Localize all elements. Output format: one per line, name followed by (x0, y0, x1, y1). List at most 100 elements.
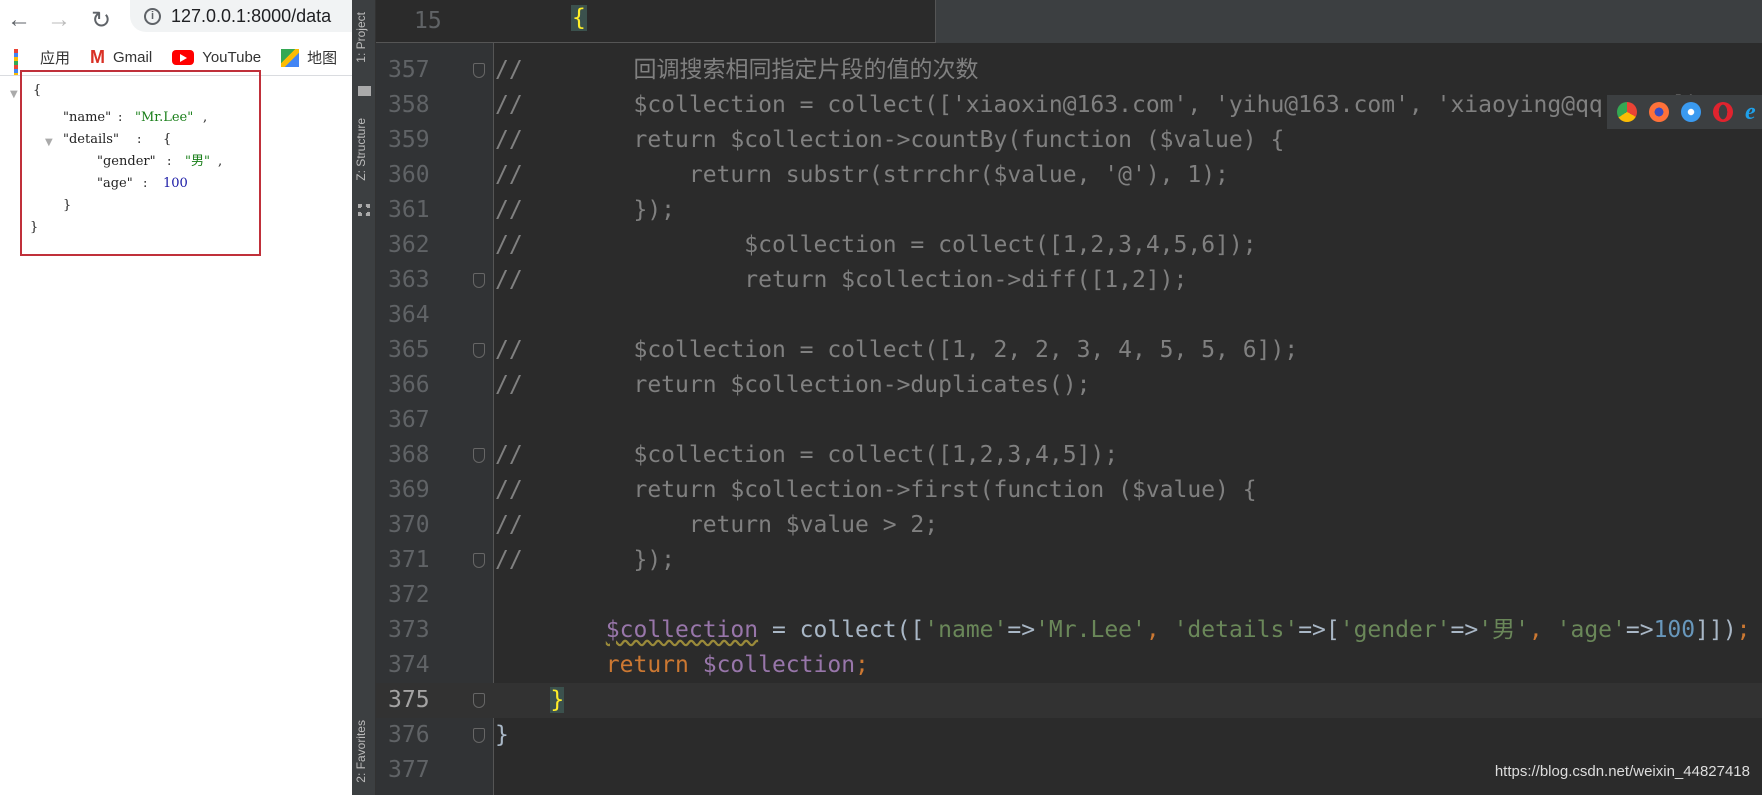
code-token: // return $collection->countBy(function … (495, 127, 1285, 153)
forward-button[interactable]: → (44, 6, 74, 34)
code-token: => (1450, 617, 1479, 643)
bookmark-label: 地图 (307, 50, 338, 67)
collapse-triangle-icon[interactable]: ▼ (10, 84, 18, 106)
line-number: 377 (388, 757, 430, 783)
code-token: // $collection = collect([1,2,3,4,5,6]); (495, 232, 1257, 258)
structure-tab[interactable]: Z: Structure (354, 118, 368, 181)
code-text: } (495, 718, 509, 753)
code-line[interactable]: 367 (352, 403, 1762, 438)
line-number: 371 (388, 547, 430, 573)
browser-chooser-popup: e (1607, 95, 1762, 129)
code-token: // return $collection->duplicates(); (495, 372, 1091, 398)
code-text: // 回调搜索相同指定片段的值的次数 (495, 53, 978, 88)
bookmark-label: Gmail (113, 49, 153, 66)
sticky-header: 15 { (376, 0, 936, 43)
code-text: // }); (495, 193, 675, 228)
code-text: return $collection; (495, 648, 869, 683)
code-line[interactable]: 376} (352, 718, 1762, 753)
code-line[interactable]: 361 // }); (352, 193, 1762, 228)
fold-marker-icon[interactable] (473, 343, 485, 358)
code-line[interactable]: 360 // return substr(strrchr($value, '@')… (352, 158, 1762, 193)
code-token: 100 (1653, 617, 1696, 643)
line-number: 15 (414, 8, 442, 34)
code-line[interactable]: 358 // $collection = collect(['xiaoxin@16… (352, 88, 1762, 123)
fold-marker-icon[interactable] (473, 553, 485, 568)
info-icon[interactable]: i (144, 7, 161, 25)
code-line[interactable]: 374 return $collection; (352, 648, 1762, 683)
bookmark-maps[interactable]: 地图 (281, 47, 337, 68)
code-token: return (495, 652, 703, 678)
code-line[interactable]: 362 // $collection = collect([1,2,3,4,5,6… (352, 228, 1762, 263)
chrome-icon[interactable] (1617, 102, 1637, 122)
fold-marker-icon[interactable] (473, 448, 485, 463)
brace: { (571, 5, 587, 31)
code-token: ; (855, 652, 869, 678)
bookmark-gmail[interactable]: M Gmail (90, 47, 152, 68)
code-text: // }); (495, 543, 675, 578)
bookmark-youtube[interactable]: YouTube (172, 49, 261, 66)
code-line[interactable]: 373 $collection = collect(['name'=>'Mr.L… (352, 613, 1762, 648)
reload-button[interactable]: ↻ (86, 6, 116, 35)
fold-marker-icon[interactable] (473, 728, 485, 743)
code-line[interactable]: 371 // }); (352, 543, 1762, 578)
code-token: // 回调搜索相同指定片段的值的次数 (495, 57, 979, 83)
code-token: // return $collection->diff([1,2]); (495, 267, 1188, 293)
code-text: // return $value > 2; (495, 508, 938, 543)
url-text[interactable]: 127.0.0.1:8000/data (171, 6, 331, 27)
code-text: // return $collection->diff([1,2]); (495, 263, 1187, 298)
line-number: 359 (388, 127, 430, 153)
safari-icon[interactable] (1681, 102, 1701, 122)
code-text: } (495, 683, 565, 718)
code-token: =>[ (1298, 617, 1340, 643)
code-line[interactable]: 372 (352, 578, 1762, 613)
code-token: ; (1736, 617, 1751, 643)
line-number: 376 (388, 722, 430, 748)
code-token: '男' (1478, 617, 1529, 643)
opera-icon[interactable] (1713, 102, 1733, 122)
code-text: // return $collection->duplicates(); (495, 368, 1090, 403)
youtube-icon (172, 50, 195, 65)
code-line[interactable]: 363 // return $collection->diff([1,2]); (352, 263, 1762, 298)
code-line[interactable]: 375 } (352, 683, 1762, 718)
code-token: // return $collection->first(function ($… (495, 477, 1257, 503)
line-number: 375 (388, 687, 430, 713)
code-line[interactable]: 365 // $collection = collect([1, 2, 2, 3,… (352, 333, 1762, 368)
address-bar[interactable]: i 127.0.0.1:8000/data (130, 0, 370, 32)
watermark: https://blog.csdn.net/weixin_44827418 (1494, 763, 1750, 780)
fold-marker-icon[interactable] (473, 693, 485, 708)
code-line[interactable]: 370 // return $value > 2; (352, 508, 1762, 543)
ide-editor: 357 // 回调搜索相同指定片段的值的次数 358 // $collection =… (352, 0, 1762, 795)
code-line[interactable]: 366 // return $collection->duplicates(); (352, 368, 1762, 403)
code-line[interactable]: 364 (352, 298, 1762, 333)
browser-window: ← → ↻ i 127.0.0.1:8000/data 应用 M Gmail Y… (0, 0, 370, 795)
project-tab[interactable]: 1: Project (354, 12, 368, 63)
line-number: 357 (388, 57, 430, 83)
code-token: = collect([ (758, 617, 925, 643)
code-line[interactable]: 369 // return $collection->first(function… (352, 473, 1762, 508)
line-number: 365 (388, 337, 430, 363)
code-token: , (1528, 617, 1557, 643)
fold-marker-icon[interactable] (473, 63, 485, 78)
code-token: , (1145, 617, 1174, 643)
code-line[interactable]: 357 // 回调搜索相同指定片段的值的次数 (352, 53, 1762, 88)
code-text: // return $collection->countBy(function … (495, 123, 1284, 158)
code-token: $collection (605, 617, 759, 643)
firefox-icon[interactable] (1649, 102, 1669, 122)
ie-icon[interactable]: e (1745, 99, 1756, 126)
bookmark-apps[interactable]: 应用 (14, 47, 70, 75)
line-number: 358 (388, 92, 430, 118)
structure-icon (358, 204, 370, 216)
code-line[interactable]: 359 // return $collection->countBy(functi… (352, 123, 1762, 158)
bookmark-label: YouTube (202, 49, 262, 66)
code-token: // return substr(strrchr($value, '@'), 1… (495, 162, 1229, 188)
code-token: // }); (495, 197, 676, 223)
code-token: 'gender' (1339, 617, 1451, 643)
code-token: => (1625, 617, 1654, 643)
code-text: // return substr(strrchr($value, '@'), 1… (495, 158, 1229, 193)
code-token: } (550, 687, 565, 713)
code-token: // $collection = collect([1, 2, 2, 3, 4,… (495, 337, 1299, 363)
favorites-tab[interactable]: 2: Favorites (354, 720, 368, 783)
back-button[interactable]: ← (4, 6, 34, 34)
code-line[interactable]: 368 // $collection = collect([1,2,3,4,5])… (352, 438, 1762, 473)
fold-marker-icon[interactable] (473, 273, 485, 288)
